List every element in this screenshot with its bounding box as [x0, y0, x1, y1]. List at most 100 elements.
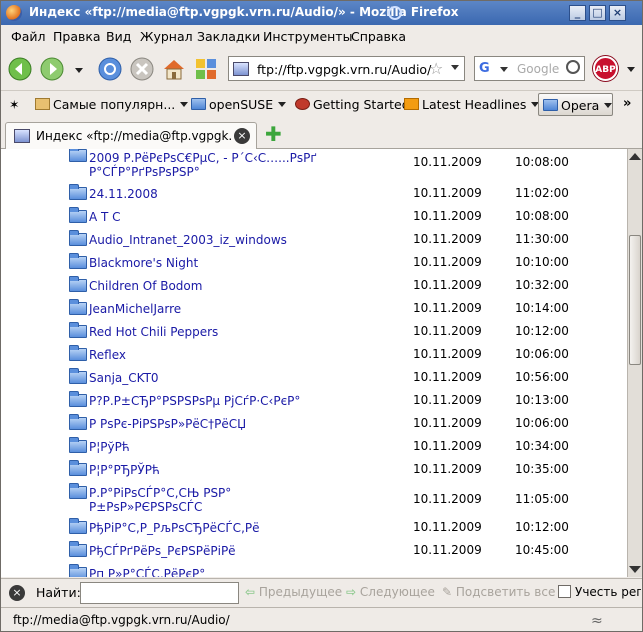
folder-link[interactable]: Р¦Р°РЂРЎРћ [89, 463, 160, 477]
folder-link-line2[interactable]: Р±РѕР»РЄРЅРѕСЃС [89, 500, 202, 514]
folder-icon [69, 345, 87, 361]
menu-file[interactable]: Файл [11, 29, 46, 44]
find-bar: × Найти: ⇦ Предыдущее ⇨ Следующее ✎ Подс… [1, 578, 642, 606]
apps-icon[interactable] [193, 56, 219, 82]
folder-link[interactable]: Children Of Bodom [89, 279, 202, 293]
folder-link[interactable]: Red Hot Chili Peppers [89, 325, 218, 339]
close-tab-icon[interactable]: × [234, 128, 250, 144]
find-next-button[interactable]: ⇨ Следующее [346, 585, 435, 599]
highlight-all-label: Подсветить все [455, 585, 556, 599]
date-cell: 10.11.2009 [413, 462, 482, 476]
reload-icon[interactable] [97, 56, 123, 82]
folder-icon [69, 149, 87, 162]
site-icon [233, 62, 249, 76]
menu-history[interactable]: Журнал [140, 29, 193, 44]
menu-view[interactable]: Вид [106, 29, 131, 44]
folder-icon [69, 253, 87, 269]
folder-link[interactable]: Р.Р°РіРѕСЃР°С‚СЊ РЅР° [89, 486, 231, 500]
menu-help[interactable]: Справка [351, 29, 406, 44]
time-cell: 11:05:00 [515, 492, 569, 506]
chevron-more-icon[interactable]: » [623, 96, 631, 111]
date-cell: 10.11.2009 [413, 439, 482, 453]
bookmark-label: Самые популярн... [53, 97, 176, 112]
history-dropdown-icon[interactable] [71, 56, 87, 82]
folder-link[interactable]: Р РѕРє-РіРЅРѕР»РёС†РёСЏ [89, 417, 246, 431]
resize-grip-icon[interactable]: ≈ [591, 613, 603, 629]
find-next-label: Следующее [359, 585, 435, 599]
folder-link[interactable]: Reflex [89, 348, 126, 362]
bookmark-opera[interactable]: Opera [538, 93, 613, 116]
find-previous-button[interactable]: ⇦ Предыдущее [245, 585, 342, 599]
folder-link[interactable]: Blackmore's Night [89, 256, 198, 270]
url-dropdown-icon[interactable] [451, 65, 459, 70]
bookmark-most-visited[interactable]: Самые популярн... [35, 97, 189, 112]
bookmark-opensuse[interactable]: openSUSE [191, 97, 287, 112]
date-cell: 10.11.2009 [413, 347, 482, 361]
tab-ftp-index[interactable]: Индекс «ftp://media@ftp.vgpgk.vr... × [5, 122, 257, 149]
close-window-button[interactable]: × [609, 5, 626, 21]
folder-link[interactable]: A T C [89, 210, 121, 224]
stop-icon[interactable] [129, 56, 155, 82]
vertical-scrollbar[interactable] [627, 149, 642, 577]
bookmark-label: Opera [561, 98, 600, 113]
close-find-icon[interactable]: × [9, 585, 25, 601]
bookmark-latest-headlines[interactable]: Latest Headlines [404, 97, 540, 112]
search-bar[interactable]: G Google [474, 56, 585, 81]
menu-tools[interactable]: Инструменты [263, 29, 352, 44]
feed-folder-icon [35, 98, 50, 110]
adblock-dropdown-icon[interactable] [625, 64, 637, 74]
date-cell: 10.11.2009 [413, 301, 482, 315]
new-tab-icon[interactable]: ✚ [265, 124, 282, 144]
browser-window: Индекс «ftp://media@ftp.vgpgk.vrn.ru/Aud… [0, 0, 643, 632]
search-placeholder: Google [517, 62, 560, 76]
search-engine-dropdown-icon[interactable] [500, 67, 508, 72]
firefox-icon [6, 5, 22, 21]
time-cell: 11:02:00 [515, 186, 569, 200]
time-cell: 10:06:00 [515, 416, 569, 430]
folder-link[interactable]: Р?Р.Р±СЂР°РЅРЅРѕРµ РјСѓР·С‹РєР° [89, 394, 300, 408]
scroll-thumb[interactable] [629, 235, 641, 365]
folder-link[interactable]: 24.11.2008 [89, 187, 158, 201]
adblock-icon[interactable]: ABP [593, 56, 618, 81]
minimize-button[interactable]: _ [569, 5, 586, 21]
title-bar: Индекс «ftp://media@ftp.vgpgk.vrn.ru/Aud… [1, 1, 642, 25]
menu-bookmarks[interactable]: Закладки [197, 29, 260, 44]
date-cell: 10.11.2009 [413, 543, 482, 557]
folder-link[interactable]: Sanja_CKT0 [89, 371, 159, 385]
search-icon[interactable] [566, 60, 580, 74]
back-arrow-icon[interactable] [7, 56, 33, 82]
date-cell: 10.11.2009 [413, 416, 482, 430]
url-bar[interactable]: ftp://ftp.vgpgk.vrn.ru/Audio/ ☆ [228, 56, 465, 81]
google-icon[interactable]: G [479, 61, 490, 76]
find-input[interactable] [80, 582, 239, 604]
folder-icon [69, 184, 87, 200]
home-icon[interactable] [161, 56, 187, 82]
date-cell: 10.11.2009 [413, 255, 482, 269]
folder-link[interactable]: 2009 Р.РёРєРѕС€РµС‚ - Р´С‹С…...РѕРґ Р°СЃ… [89, 151, 319, 179]
folder-icon [191, 98, 206, 110]
getting-started-icon [295, 98, 310, 110]
date-cell: 10.11.2009 [413, 232, 482, 246]
maximize-button[interactable]: □ [589, 5, 606, 21]
folder-link[interactable]: Audio_Intranet_2003_iz_windows [89, 233, 287, 247]
tab-favicon-icon [14, 129, 30, 143]
folder-icon [543, 99, 558, 111]
star-icon[interactable]: ☆ [429, 59, 443, 78]
menu-edit[interactable]: Правка [53, 29, 101, 44]
folder-link[interactable]: РђРіР°С‚Р_РљРѕСЂРёСЃС‚Рё [89, 521, 259, 535]
bookmark-getting-started[interactable]: Getting Started [295, 97, 410, 112]
highlight-all-button[interactable]: ✎ Подсветить все [442, 585, 555, 599]
folder-link[interactable]: JeanMichelJarre [89, 302, 181, 316]
folder-icon [69, 541, 87, 557]
date-cell: 10.11.2009 [413, 209, 482, 223]
time-cell: 10:08:00 [515, 209, 569, 223]
folder-link[interactable]: Р¦РўРћ [89, 440, 130, 454]
forward-arrow-icon[interactable] [39, 56, 65, 82]
scroll-down-icon[interactable] [629, 566, 641, 573]
bookmarks-star-icon[interactable]: ✶ [9, 97, 19, 112]
folder-link[interactable]: Рп Р»Р°СЃС‚РёРєР° [89, 567, 205, 577]
match-case-checkbox[interactable] [558, 585, 571, 598]
time-cell: 10:10:00 [515, 255, 569, 269]
folder-link[interactable]: РђСЃРґРёРѕ_РєРЅРёРіРё [89, 544, 236, 558]
scroll-up-icon[interactable] [629, 153, 641, 160]
